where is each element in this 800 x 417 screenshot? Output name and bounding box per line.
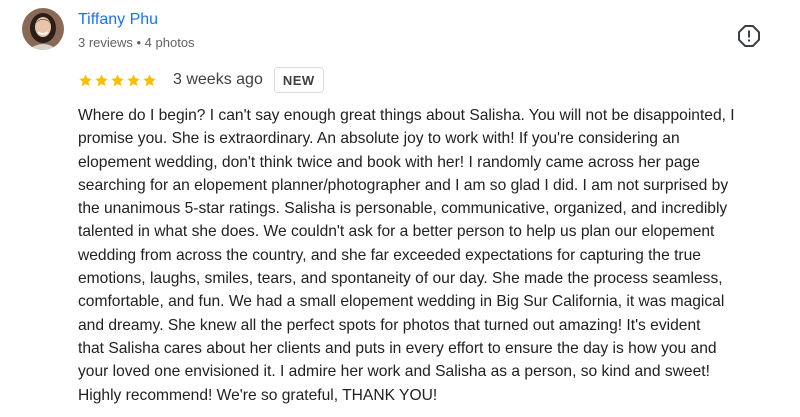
- review-date: 3 weeks ago: [173, 71, 263, 88]
- report-icon: [738, 25, 760, 47]
- review-text-line: Where do I begin? I can't say enough gre…: [78, 107, 735, 124]
- review-text: Where do I begin? I can't say enough gre…: [78, 104, 786, 407]
- review-text-line: and dreamy. She knew all the perfect spo…: [78, 316, 701, 334]
- review-text-line: the unanimous 5-star ratings. Salisha is…: [78, 200, 728, 218]
- star-icon: [94, 73, 109, 88]
- profile-photo: [22, 8, 64, 50]
- new-badge: NEW: [273, 67, 324, 93]
- review-text-line: that Salisha cares about her clients and…: [78, 339, 717, 357]
- author-meta: 3 reviews • 4 photos: [78, 35, 195, 50]
- avatar[interactable]: [22, 8, 64, 50]
- review-text-line: Highly recommend! We're so grateful, THA…: [78, 386, 438, 404]
- star-icon: [126, 73, 141, 88]
- review-text-line: talented in what she does. We couldn't a…: [78, 223, 715, 241]
- star-rating: [78, 73, 157, 88]
- rating-row: 3 weeks ago NEW: [78, 66, 324, 94]
- report-button[interactable]: [737, 24, 761, 48]
- star-icon: [110, 73, 125, 88]
- author-name[interactable]: Tiffany Phu: [78, 11, 158, 29]
- review-text-line: promise you. She is extraordinary. An ab…: [78, 130, 680, 148]
- review-text-line: elopement wedding, don't think twice and…: [78, 153, 700, 171]
- review-text-line: your loved one envisioned it. I admire h…: [78, 363, 710, 381]
- review-text-line: searching for an elopement planner/photo…: [78, 176, 729, 194]
- review-text-line: wedding from across the country, and she…: [78, 246, 701, 264]
- review-text-line: emotions, laughs, smiles, tears, and spo…: [78, 270, 723, 288]
- star-icon: [142, 73, 157, 88]
- star-icon: [78, 73, 93, 88]
- review-text-line: comfortable, and fun. We had a small elo…: [78, 293, 725, 311]
